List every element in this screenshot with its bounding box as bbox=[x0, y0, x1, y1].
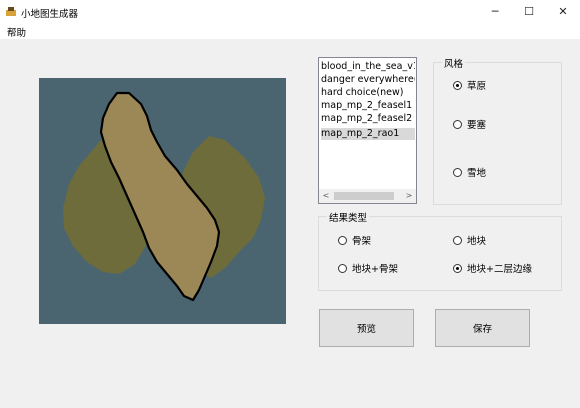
menu-bar: 帮助 bbox=[0, 23, 580, 39]
radio-checked-icon bbox=[453, 263, 462, 273]
preview-button[interactable]: 预览 bbox=[319, 309, 414, 347]
list-item[interactable]: danger everywhere(new) bbox=[321, 74, 415, 86]
app-icon bbox=[6, 7, 16, 16]
radio-style-snow[interactable]: 雪地 bbox=[453, 165, 486, 179]
close-button[interactable]: ✕ bbox=[546, 0, 580, 23]
radio-label: 地块 bbox=[467, 236, 487, 247]
style-group-title: 风格 bbox=[442, 56, 466, 70]
maximize-button[interactable]: ☐ bbox=[512, 0, 546, 23]
scroll-left-icon[interactable]: < bbox=[320, 190, 332, 202]
list-item[interactable]: map_mp_2_feasel1 bbox=[321, 100, 415, 112]
radio-unchecked-icon bbox=[453, 119, 462, 129]
result-group-title: 结果类型 bbox=[327, 210, 370, 224]
list-item[interactable]: hard choice(new) bbox=[321, 87, 415, 99]
radio-result-tiles[interactable]: 地块 bbox=[453, 233, 486, 247]
radio-unchecked-icon bbox=[338, 263, 347, 273]
radio-style-fortress[interactable]: 要塞 bbox=[453, 117, 486, 131]
minimize-button[interactable]: ─ bbox=[478, 0, 512, 23]
map-listbox[interactable]: blood_in_the_sea_v1 danger everywhere(ne… bbox=[318, 57, 417, 204]
radio-result-tiles-second-edge[interactable]: 地块+二层边缘 bbox=[453, 261, 532, 275]
radio-label: 草原 bbox=[467, 81, 487, 92]
radio-label: 要塞 bbox=[467, 120, 487, 131]
radio-label: 地块+骨架 bbox=[352, 264, 398, 275]
result-type-group: 结果类型 骨架 地块 地块+骨架 地块+二层边缘 bbox=[318, 210, 562, 291]
menu-help[interactable]: 帮助 bbox=[7, 25, 26, 39]
map-preview bbox=[39, 78, 286, 324]
title-bar: 小地图生成器 ─ ☐ ✕ bbox=[0, 0, 580, 23]
radio-checked-icon bbox=[453, 80, 462, 90]
scroll-thumb[interactable] bbox=[334, 192, 394, 200]
radio-label: 骨架 bbox=[352, 236, 372, 247]
list-item[interactable]: blood_in_the_sea_v1 bbox=[321, 61, 415, 73]
list-item-selected[interactable]: map_mp_2_rao1 bbox=[321, 128, 415, 140]
window-title: 小地图生成器 bbox=[21, 9, 79, 20]
radio-unchecked-icon bbox=[338, 235, 347, 245]
list-item[interactable]: map_mp_2_feasel2 bbox=[321, 113, 415, 125]
style-group: 风格 草原 要塞 雪地 bbox=[433, 56, 562, 205]
radio-unchecked-icon bbox=[453, 235, 462, 245]
radio-label: 雪地 bbox=[467, 168, 487, 179]
radio-style-grassland[interactable]: 草原 bbox=[453, 78, 486, 92]
radio-result-tiles-skeleton[interactable]: 地块+骨架 bbox=[338, 261, 398, 275]
save-button[interactable]: 保存 bbox=[435, 309, 530, 347]
scroll-right-icon[interactable]: > bbox=[403, 190, 415, 202]
horizontal-scrollbar[interactable]: < > bbox=[319, 189, 416, 203]
radio-unchecked-icon bbox=[453, 167, 462, 177]
radio-label: 地块+二层边缘 bbox=[467, 264, 532, 275]
radio-result-skeleton[interactable]: 骨架 bbox=[338, 233, 371, 247]
